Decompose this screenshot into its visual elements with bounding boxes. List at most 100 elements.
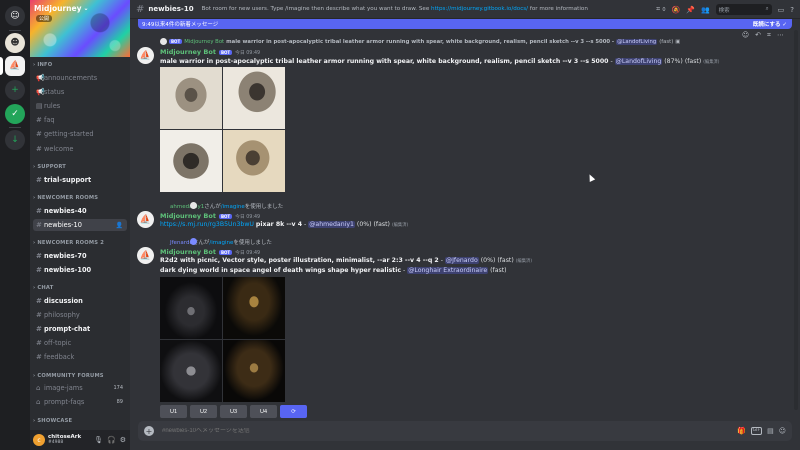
inbox-icon[interactable]: ▭ — [778, 6, 785, 14]
mute-microphone-icon[interactable]: 🎙 — [94, 436, 103, 444]
upscale-button-u1[interactable]: U1 — [160, 405, 187, 418]
category-newcomer-rooms-2[interactable]: › NEWCOMER ROOMS 2 — [33, 240, 104, 246]
channel-philosophy[interactable]: # philosophy — [33, 309, 127, 321]
upscale-button-u3[interactable]: U3 — [220, 405, 247, 418]
category-support[interactable]: › SUPPORT — [33, 164, 66, 170]
reply-reference[interactable]: BOT Midjourney Bot male warrior in post-… — [160, 38, 680, 45]
invite-user-icon[interactable]: 👤 — [116, 222, 123, 229]
channel-topic[interactable]: Bot room for new users. Type /imagine th… — [202, 6, 588, 12]
category-chat[interactable]: › CHAT — [33, 285, 53, 291]
category-community-forums[interactable]: › COMMUNITY FORUMS — [33, 373, 104, 379]
help-icon[interactable]: ? — [790, 6, 794, 14]
image-grid[interactable] — [160, 277, 285, 402]
generated-image[interactable] — [223, 130, 285, 192]
message-content: https://s.mj.run/rg3B5Un3bwU pixar 8k --… — [160, 221, 409, 228]
message-header: Midjourney Bot BOT 今日 09:49 — [160, 248, 260, 256]
channel-prompt-chat[interactable]: # prompt-chat — [33, 323, 127, 335]
channel-discussion[interactable]: # discussion — [33, 295, 127, 307]
channel-prompt-faqs[interactable]: ⌂ prompt-faqs 89 — [33, 396, 127, 408]
server-name-header[interactable]: Midjourney ⌄ — [34, 4, 89, 13]
author-name[interactable]: Midjourney Bot — [160, 248, 216, 256]
upscale-button-u2[interactable]: U2 — [190, 405, 217, 418]
hashtag-icon: # — [36, 252, 42, 260]
channel-image-jams[interactable]: ⌂ image-jams 174 — [33, 382, 127, 394]
server-icon-avatar[interactable]: ☻ — [5, 33, 25, 53]
chevron-down-icon: ⌄ — [83, 5, 89, 12]
channel-feedback[interactable]: # feedback — [33, 351, 127, 363]
message-content: R2d2 with picnic, Vector style, poster i… — [160, 257, 532, 264]
thread-icon[interactable]: ⌗ — [767, 31, 771, 40]
hashtag-icon: # — [36, 130, 42, 138]
generated-image[interactable] — [223, 277, 285, 339]
gear-icon[interactable]: ⚙ — [120, 436, 126, 444]
upscale-button-u4[interactable]: U4 — [250, 405, 277, 418]
message-content: dark dying world in space angel of death… — [160, 267, 507, 274]
avatar[interactable]: ⛵ — [137, 247, 154, 264]
search-input[interactable]: 検索 ⌕ — [715, 4, 772, 15]
add-server-icon[interactable]: + — [5, 80, 25, 100]
more-options-icon[interactable]: ⋯ — [777, 31, 784, 40]
download-apps-icon[interactable]: ↓ — [5, 130, 25, 150]
user-mention[interactable]: @LandofLiving — [614, 58, 663, 65]
gif-icon[interactable]: GIF — [750, 427, 763, 435]
channel-welcome[interactable]: # welcome — [33, 143, 127, 155]
emoji-icon[interactable]: ☺ — [779, 427, 786, 435]
channel-newbies-100[interactable]: # newbies-100 — [33, 264, 127, 276]
member-list-icon[interactable]: 👥 — [701, 6, 710, 14]
image-grid[interactable] — [160, 67, 285, 192]
avatar[interactable]: ⛵ — [137, 47, 154, 64]
headphones-icon[interactable]: 🎧 — [107, 436, 116, 444]
hashtag-icon: # — [36, 145, 42, 153]
author-name[interactable]: Midjourney Bot — [160, 48, 216, 56]
channel-getting-started[interactable]: # getting-started — [33, 128, 127, 140]
midjourney-server-icon[interactable]: ⛵ — [5, 56, 25, 76]
attach-plus-icon[interactable]: + — [144, 426, 154, 436]
category-showcase[interactable]: › SHOWCASE — [33, 418, 72, 424]
channel-off-topic[interactable]: # off-topic — [33, 337, 127, 349]
command-usage-line: ahmedaniy1さんが/imagineを使用しました — [170, 202, 284, 210]
pin-icon[interactable]: 📌 — [686, 6, 695, 14]
channel-announcements[interactable]: 📢 announcements — [33, 72, 127, 84]
active-server-pill — [0, 57, 3, 75]
gift-icon[interactable]: 🎁 — [737, 427, 746, 435]
channel-status[interactable]: 📢 status — [33, 86, 127, 98]
message-link[interactable]: https://s.mj.run/rg3B5Un3bwU — [160, 221, 254, 228]
channel-newbies-40[interactable]: # newbies-40 — [33, 205, 127, 217]
message-input[interactable] — [162, 428, 562, 434]
generated-image[interactable] — [160, 130, 222, 192]
image-icon: ▣ — [675, 38, 681, 45]
generated-image[interactable] — [160, 340, 222, 402]
avatar[interactable]: ⛵ — [137, 211, 154, 228]
threads-icon[interactable]: ⌗ 0 — [656, 5, 665, 14]
direct-messages-icon[interactable]: ☺ — [5, 6, 25, 26]
reroll-button[interactable]: ⟳ — [280, 405, 307, 418]
reply-icon[interactable]: ↶ — [755, 31, 761, 40]
user-mention[interactable]: @Longhair Extraordinaire — [407, 267, 489, 274]
sticker-icon[interactable]: ▤ — [767, 427, 774, 435]
user-mention[interactable]: @Jfenardo — [444, 257, 479, 264]
announcement-icon: 📢 — [36, 88, 45, 96]
channel-faq[interactable]: # faq — [33, 114, 127, 126]
channel-trial-support[interactable]: # trial-support — [33, 174, 127, 186]
explore-servers-icon[interactable]: ✓ — [5, 104, 25, 124]
category-newcomer-rooms[interactable]: › NEWCOMER ROOMS — [33, 195, 98, 201]
add-reaction-icon[interactable]: ☺ — [742, 31, 749, 40]
generated-image[interactable] — [223, 340, 285, 402]
channel-newbies-10[interactable]: # newbies-10 👤 — [33, 219, 127, 231]
category-info[interactable]: › INFO — [33, 62, 52, 68]
user-mention[interactable]: @ahmedaniy1 — [308, 221, 355, 228]
author-name[interactable]: Midjourney Bot — [160, 212, 216, 220]
notification-bell-icon[interactable]: 🔕 — [672, 6, 681, 14]
mark-as-read-button[interactable]: 既読にする ✓ — [753, 20, 787, 28]
channel-newbies-70[interactable]: # newbies-70 — [33, 250, 127, 262]
new-messages-bar[interactable]: 9:49以来4件の新着メッセージ 既読にする ✓ — [138, 19, 792, 29]
message-scrollbar[interactable] — [794, 30, 798, 410]
message-list: ☺ ↶ ⌗ ⋯ BOT Midjourney Bot male warrior … — [130, 29, 792, 419]
topic-link[interactable]: https://midjourney.gitbook.io/docs/ — [431, 6, 528, 12]
generated-image[interactable] — [223, 67, 285, 129]
generated-image[interactable] — [160, 277, 222, 339]
channel-rules[interactable]: ▤ rules — [33, 100, 127, 112]
avatar[interactable]: c — [33, 434, 45, 446]
generated-image[interactable] — [160, 67, 222, 129]
hashtag-icon: # — [36, 325, 42, 333]
